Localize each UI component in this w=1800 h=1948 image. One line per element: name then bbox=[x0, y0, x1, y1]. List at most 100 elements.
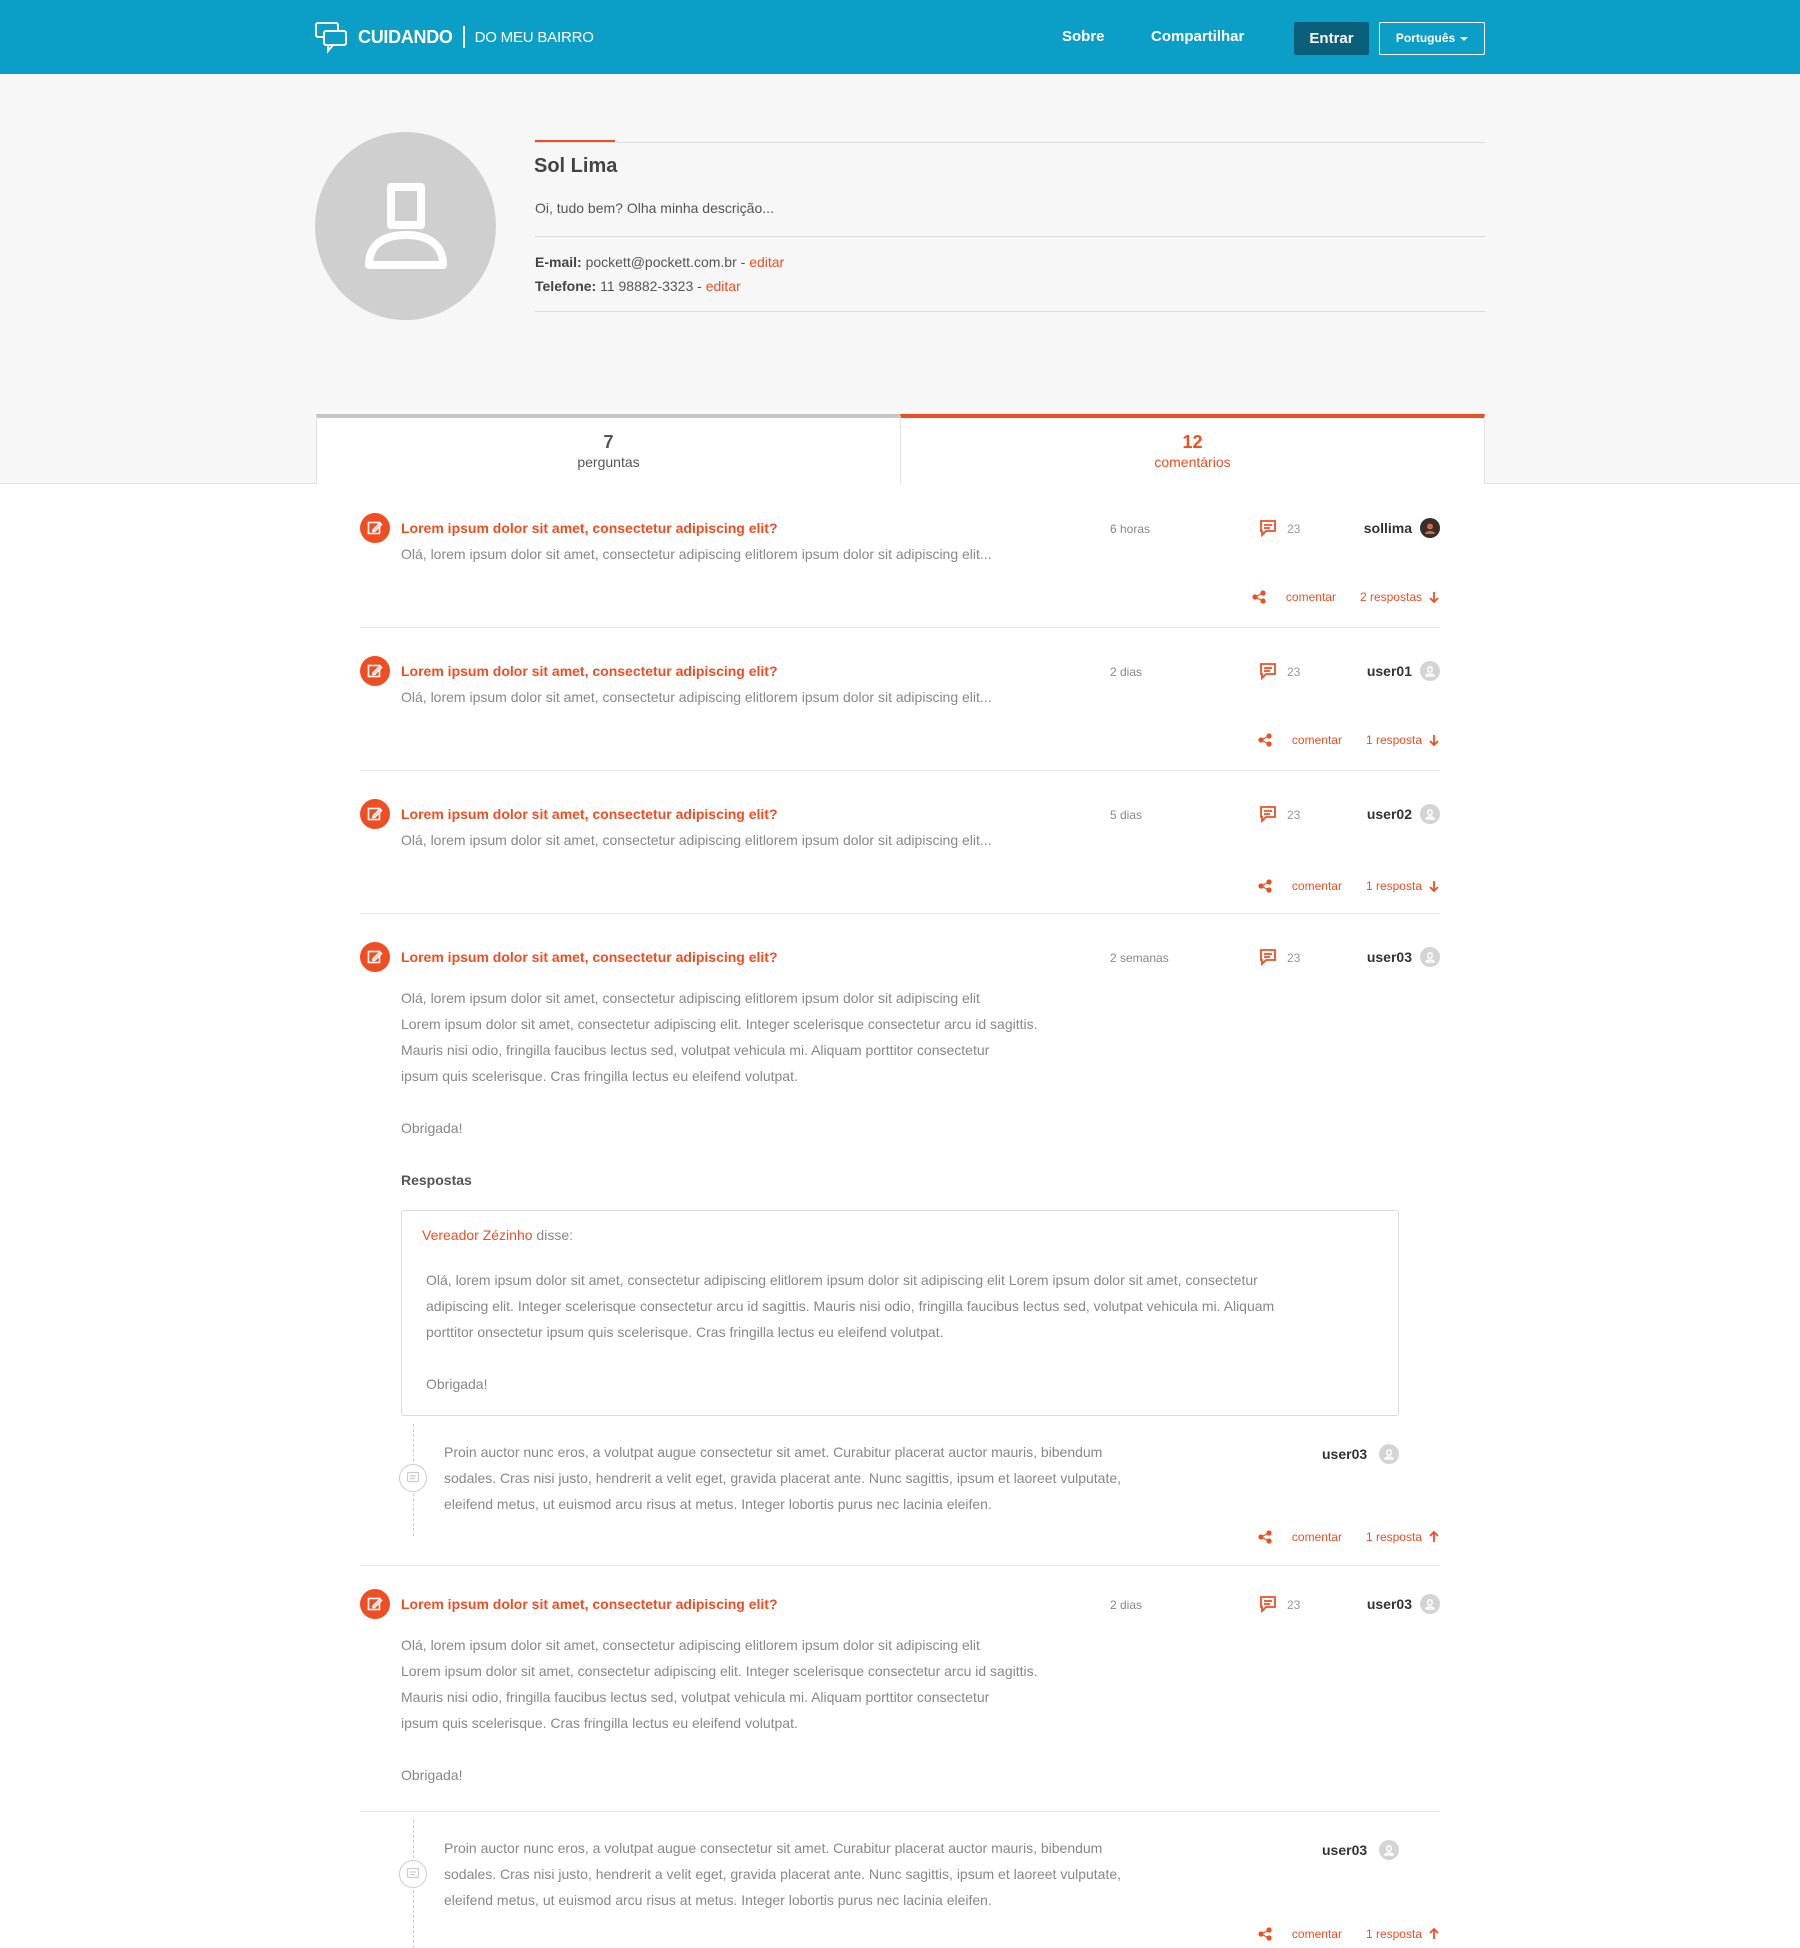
logo-divider bbox=[462, 26, 465, 48]
nav-sobre[interactable]: Sobre bbox=[1062, 22, 1105, 52]
item-title[interactable]: Lorem ipsum dolor sit amet, consectetur … bbox=[401, 806, 778, 822]
user-avatar[interactable] bbox=[1379, 1840, 1399, 1860]
body-line: Lorem ipsum dolor sit amet, consectetur … bbox=[401, 1016, 1038, 1032]
reply-line: porttitor onsectetur ipsum quis sceleris… bbox=[426, 1324, 944, 1340]
body-line: Olá, lorem ipsum dolor sit amet, consect… bbox=[401, 1637, 980, 1653]
thread-username[interactable]: user03 bbox=[1322, 1446, 1367, 1462]
comment-icon bbox=[1260, 806, 1276, 823]
item-comment-count: 23 bbox=[1287, 522, 1301, 536]
language-label: Português bbox=[1395, 31, 1456, 45]
user-silhouette-icon bbox=[364, 183, 447, 269]
item-actions: comentar 2 respostas bbox=[1252, 590, 1440, 604]
item-title[interactable]: Lorem ipsum dolor sit amet, consectetur … bbox=[401, 520, 778, 536]
item-username[interactable]: user03 bbox=[1367, 1596, 1412, 1612]
item-title[interactable]: Lorem ipsum dolor sit amet, consectetur … bbox=[401, 663, 778, 679]
comment-icon bbox=[1260, 1596, 1276, 1613]
user-avatar[interactable] bbox=[1420, 661, 1440, 681]
user-avatar[interactable] bbox=[1420, 947, 1440, 967]
share-icon[interactable] bbox=[1258, 879, 1272, 893]
site-logo[interactable]: CUIDANDO DO MEU BAIRRO bbox=[314, 18, 594, 56]
item-excerpt: Olá, lorem ipsum dolor sit amet, consect… bbox=[401, 689, 992, 705]
item-title[interactable]: Lorem ipsum dolor sit amet, consectetur … bbox=[401, 1596, 778, 1612]
user-avatar[interactable] bbox=[1379, 1444, 1399, 1464]
reply-line: adipiscing elit. Integer scelerisque con… bbox=[426, 1298, 1275, 1314]
thread-comment: Proin auctor nunc eros, a volutpat augue… bbox=[444, 1439, 1184, 1517]
profile-description: Oi, tudo bem? Olha minha descrição... bbox=[535, 200, 774, 216]
separator: - bbox=[740, 254, 746, 270]
item-divider bbox=[360, 1811, 1440, 1812]
thread-line-text: sodales. Cras nisi justo, hendrerit a ve… bbox=[444, 1470, 1122, 1486]
item-time: 5 dias bbox=[1110, 808, 1143, 822]
profile-phone-row: Telefone: 11 98882-3323 - editar bbox=[535, 278, 741, 294]
item-username[interactable]: user03 bbox=[1367, 949, 1412, 965]
language-select[interactable]: Português bbox=[1379, 22, 1485, 55]
tab-comentarios[interactable]: 12 comentários bbox=[900, 414, 1485, 484]
item-username[interactable]: user01 bbox=[1367, 663, 1412, 679]
item-username[interactable]: sollima bbox=[1364, 520, 1412, 536]
comment-link[interactable]: comentar bbox=[1292, 1927, 1342, 1941]
edit-phone-link[interactable]: editar bbox=[706, 278, 741, 294]
share-icon[interactable] bbox=[1252, 590, 1266, 604]
thread-line-text: eleifend metus, ut euismod arcu risus at… bbox=[444, 1496, 992, 1512]
separator: - bbox=[697, 278, 702, 294]
user-avatar[interactable] bbox=[1420, 518, 1440, 538]
profile-avatar bbox=[315, 132, 496, 320]
arrow-up-icon[interactable] bbox=[1428, 1531, 1440, 1543]
share-icon[interactable] bbox=[1258, 1530, 1272, 1544]
nav-compartilhar[interactable]: Compartilhar bbox=[1151, 22, 1244, 52]
replies-toggle[interactable]: 1 resposta bbox=[1366, 733, 1422, 747]
thread-line-text: sodales. Cras nisi justo, hendrerit a ve… bbox=[444, 1866, 1122, 1882]
reply-author[interactable]: Vereador Zézinho bbox=[422, 1227, 533, 1243]
thread-line-text: eleifend metus, ut euismod arcu risus at… bbox=[444, 1892, 992, 1908]
phone-label: Telefone: bbox=[535, 278, 597, 294]
official-reply-card: Vereador Zézinho disse: Olá, lorem ipsum… bbox=[401, 1210, 1399, 1416]
body-line: Olá, lorem ipsum dolor sit amet, consect… bbox=[401, 990, 980, 1006]
item-divider bbox=[360, 770, 1440, 771]
replies-toggle[interactable]: 2 respostas bbox=[1360, 590, 1422, 604]
edit-email-link[interactable]: editar bbox=[749, 254, 784, 270]
item-comment-count: 23 bbox=[1287, 951, 1301, 965]
item-signoff: Obrigada! bbox=[401, 1120, 463, 1136]
thread-username[interactable]: user03 bbox=[1322, 1842, 1367, 1858]
item-comment-count: 23 bbox=[1287, 665, 1301, 679]
item-actions: comentar 1 resposta bbox=[1258, 879, 1440, 893]
email-value: pockett@pockett.com.br bbox=[585, 254, 737, 270]
comment-link[interactable]: comentar bbox=[1292, 733, 1342, 747]
item-title[interactable]: Lorem ipsum dolor sit amet, consectetur … bbox=[401, 949, 778, 965]
body-line: ipsum quis scelerisque. Cras fringilla l… bbox=[401, 1068, 798, 1084]
comment-link[interactable]: comentar bbox=[1292, 1530, 1342, 1544]
comment-icon bbox=[1260, 520, 1276, 537]
share-icon[interactable] bbox=[1258, 733, 1272, 747]
top-header: CUIDANDO DO MEU BAIRRO Sobre Compartilha… bbox=[0, 0, 1800, 74]
user-avatar[interactable] bbox=[1420, 1594, 1440, 1614]
comment-link[interactable]: comentar bbox=[1286, 590, 1336, 604]
edit-note-icon bbox=[360, 942, 390, 972]
brand-name: CUIDANDO bbox=[358, 26, 453, 47]
reply-signoff: Obrigada! bbox=[426, 1376, 488, 1392]
thread-line-text: Proin auctor nunc eros, a volutpat augue… bbox=[444, 1444, 1103, 1460]
comment-icon bbox=[1260, 663, 1276, 680]
comment-link[interactable]: comentar bbox=[1292, 879, 1342, 893]
replies-toggle[interactable]: 1 resposta bbox=[1366, 1927, 1422, 1941]
reply-text: Olá, lorem ipsum dolor sit amet, consect… bbox=[426, 1267, 1366, 1397]
item-signoff: Obrigada! bbox=[401, 1767, 463, 1783]
tab-perguntas[interactable]: 7 perguntas bbox=[316, 414, 900, 484]
arrow-up-icon[interactable] bbox=[1428, 1928, 1440, 1940]
arrow-down-icon[interactable] bbox=[1428, 591, 1440, 603]
replies-toggle[interactable]: 1 resposta bbox=[1366, 879, 1422, 893]
item-actions: comentar 1 resposta bbox=[1258, 1530, 1440, 1544]
replies-toggle[interactable]: 1 resposta bbox=[1366, 1530, 1422, 1544]
phone-value: 11 98882-3323 bbox=[600, 278, 694, 294]
item-divider bbox=[360, 1565, 1440, 1566]
arrow-down-icon[interactable] bbox=[1428, 880, 1440, 892]
user-avatar[interactable] bbox=[1420, 804, 1440, 824]
login-button[interactable]: Entrar bbox=[1294, 22, 1369, 55]
item-username[interactable]: user02 bbox=[1367, 806, 1412, 822]
profile-top-rule bbox=[535, 142, 1485, 143]
arrow-down-icon[interactable] bbox=[1428, 734, 1440, 746]
item-time: 2 dias bbox=[1110, 1598, 1143, 1612]
share-icon[interactable] bbox=[1258, 1927, 1272, 1941]
comments-label: comentários bbox=[1154, 454, 1231, 470]
item-divider bbox=[360, 627, 1440, 628]
item-excerpt: Olá, lorem ipsum dolor sit amet, consect… bbox=[401, 546, 992, 562]
